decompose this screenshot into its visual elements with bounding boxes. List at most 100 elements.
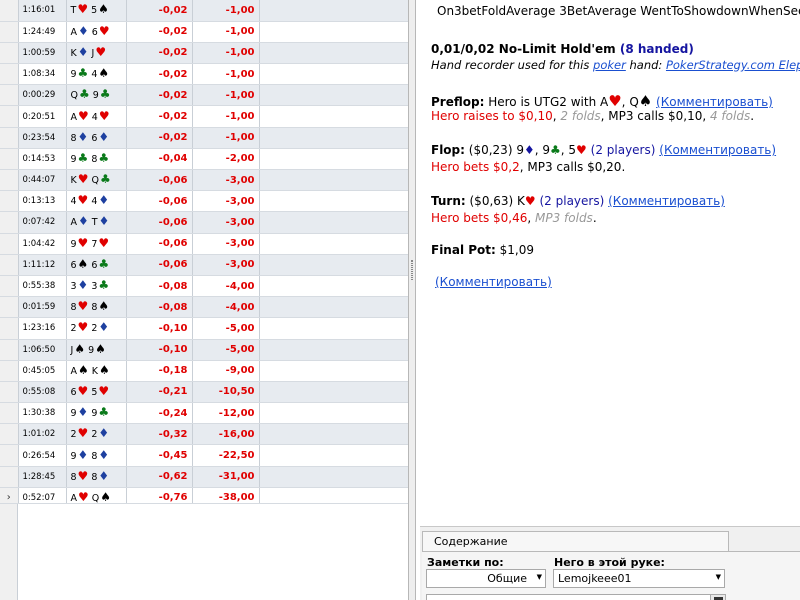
spade-icon: ♠ — [74, 341, 86, 356]
card-rank: 9 — [91, 408, 98, 420]
card-rank: 3 — [70, 281, 77, 293]
flop-comment-link[interactable]: (Комментировать) — [659, 143, 776, 157]
hand-time: 0:01:59 — [18, 296, 67, 319]
hand-time: 0:55:38 — [18, 275, 67, 298]
card-rank: A — [70, 26, 78, 38]
table-row[interactable]: 0:00:29 Q♣ 9♣ -0,02 -1,00 — [0, 84, 408, 107]
spade-icon: ♠ — [98, 299, 110, 314]
heart-icon: ♥ — [98, 108, 110, 123]
turn-folds: MP3 folds — [535, 211, 593, 225]
club-icon: ♣ — [77, 66, 89, 81]
table-row[interactable]: 1:08:34 9♣ 4♠ -0,02 -1,00 — [0, 63, 408, 86]
empty-cell — [259, 444, 408, 467]
turn-card-rank: K — [517, 194, 525, 208]
table-row[interactable]: 0:13:13 4♥ 4♦ -0,06 -3,00 — [0, 190, 408, 213]
pokerstrategy-link[interactable]: PokerStrategy.com Elep — [666, 58, 800, 72]
flop-line: Flop: ($0,23) 9♦, 9♣, 5♥ (2 players) (Ко… — [431, 143, 777, 157]
heart-icon: ♥ — [77, 235, 89, 250]
hand-time: 1:06:50 — [18, 339, 67, 361]
table-row[interactable]: 0:45:05 A♠ K♠ -0,18 -9,00 — [0, 360, 408, 382]
table-row[interactable]: 0:44:07 K♥ Q♣ -0,06 -3,00 — [0, 169, 408, 192]
notes-textarea[interactable] — [426, 594, 726, 600]
empty-cell — [259, 63, 408, 86]
grid-empty-area — [0, 503, 408, 600]
result-amount: -16,00 — [192, 423, 260, 446]
table-row[interactable]: 1:11:12 6♠ 6♣ -0,06 -3,00 — [0, 254, 408, 276]
row-indicator — [0, 211, 19, 234]
card-rank: 2 — [91, 323, 98, 335]
hand-time: 0:26:54 — [18, 444, 67, 467]
row-indicator — [0, 127, 19, 149]
table-row[interactable]: 1:16:01 T♥ 5♠ -0,02 -1,00 — [0, 0, 408, 22]
table-row[interactable]: 0:55:08 6♥ 5♥ -0,21 -10,50 — [0, 381, 408, 404]
diamond-icon: ♦ — [523, 143, 535, 157]
empty-cell — [259, 254, 408, 276]
hands-grid[interactable]: 1:16:01 T♥ 5♠ -0,02 -1,00 1:24:49 A♦ 6♥ -0,02 -1,… — [0, 0, 408, 600]
table-row[interactable]: 0:20:51 A♥ 4♥ -0,02 -1,00 — [0, 105, 408, 128]
preflop-comment-link[interactable]: (Комментировать) — [656, 95, 773, 109]
final-pot-line: Final Pot: $1,09 — [431, 243, 534, 257]
card-rank: 9 — [88, 344, 95, 356]
hole-cards: A♦ T♦ — [66, 211, 127, 234]
card-rank: 4 — [91, 111, 98, 123]
pane-splitter[interactable] — [408, 0, 416, 600]
table-row[interactable]: 1:00:59 K♦ J♥ -0,02 -1,00 — [0, 42, 408, 65]
heart-icon: ♥ — [77, 172, 89, 187]
flop-actions: Hero bets $0,2, MP3 calls $0,20. — [431, 160, 625, 174]
result-bb: -0,32 — [126, 423, 193, 446]
hand-time: 0:44:07 — [18, 169, 67, 192]
final-comment-link[interactable]: (Комментировать) — [435, 275, 552, 289]
table-row[interactable]: 0:07:42 A♦ T♦ -0,06 -3,00 — [0, 211, 408, 234]
hole-cards: K♥ Q♣ — [66, 169, 127, 192]
table-row[interactable]: 1:24:49 A♦ 6♥ -0,02 -1,00 — [0, 21, 408, 43]
row-indicator — [0, 444, 19, 467]
result-bb: -0,06 — [126, 169, 193, 192]
final-comment-line: (Комментировать) — [435, 275, 552, 289]
empty-cell — [259, 211, 408, 234]
poker-link[interactable]: poker — [593, 58, 626, 72]
result-bb: -0,10 — [126, 339, 193, 361]
table-row[interactable]: 1:01:02 2♥ 2♦ -0,32 -16,00 — [0, 423, 408, 446]
table-row[interactable]: 1:23:16 2♥ 2♦ -0,10 -5,00 — [0, 317, 408, 340]
hand-time: 1:01:02 — [18, 423, 67, 446]
table-row[interactable]: 0:01:59 8♥ 8♠ -0,08 -4,00 — [0, 296, 408, 319]
table-row[interactable]: 1:30:38 9♦ 9♣ -0,24 -12,00 — [0, 402, 408, 425]
flop-label: Flop: — [431, 143, 465, 157]
notes-scrollbar[interactable] — [710, 594, 726, 600]
table-row[interactable]: 1:06:50 J♠ 9♠ -0,10 -5,00 — [0, 339, 408, 361]
heart-icon: ♥ — [77, 468, 89, 483]
heart-icon: ♥ — [576, 143, 587, 157]
card-rank: 4 — [91, 69, 98, 81]
spade-icon: ♠ — [98, 66, 110, 81]
diamond-icon: ♦ — [98, 426, 110, 441]
table-row[interactable]: 0:26:54 9♦ 8♦ -0,45 -22,50 — [0, 444, 408, 467]
turn-comment-link[interactable]: (Комментировать) — [608, 194, 725, 208]
empty-cell — [259, 296, 408, 319]
hand-replay-panel: On3betFoldAverage 3BetAverage WentToShow… — [416, 0, 800, 600]
flop-card1-rank: 9 — [516, 143, 524, 157]
club-icon: ♣ — [78, 87, 90, 102]
notes-by-select[interactable]: Общие ▼ — [426, 569, 546, 588]
table-row[interactable]: 1:04:42 9♥ 7♥ -0,06 -3,00 — [0, 233, 408, 255]
heart-icon: ♥ — [77, 299, 89, 314]
player-select[interactable]: Lemojkeee01 ▼ — [553, 569, 725, 588]
hand-time: 1:23:16 — [18, 317, 67, 340]
card-rank: 6 — [91, 259, 98, 271]
tab-contents[interactable]: Содержание — [422, 531, 729, 551]
flop-players: (2 players) — [590, 143, 656, 157]
table-row[interactable]: 1:28:45 8♥ 8♦ -0,62 -31,00 — [0, 466, 408, 488]
result-amount: -22,50 — [192, 444, 260, 467]
result-amount: -1,00 — [192, 42, 260, 65]
turn-comma: , — [527, 211, 535, 225]
table-row[interactable]: 0:23:54 8♦ 6♦ -0,02 -1,00 — [0, 127, 408, 149]
result-amount: -5,00 — [192, 317, 260, 340]
notes-pane: Содержание Заметки по: Общие ▼ Него в это… — [420, 526, 800, 600]
table-row[interactable]: 0:55:38 3♦ 3♣ -0,08 -4,00 — [0, 275, 408, 298]
result-amount: -5,00 — [192, 339, 260, 361]
result-amount: -1,00 — [192, 84, 260, 107]
card-rank: 4 — [70, 196, 77, 208]
table-row[interactable]: 0:14:53 9♣ 8♣ -0,04 -2,00 — [0, 148, 408, 171]
heart-icon: ♥ — [77, 426, 89, 441]
final-pot-label: Final Pot: — [431, 243, 496, 257]
spade-icon: ♠ — [98, 2, 109, 17]
